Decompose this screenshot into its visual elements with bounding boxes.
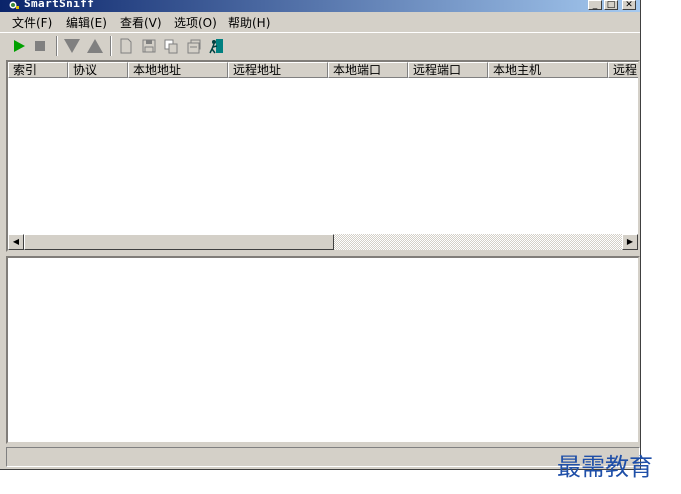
menu-help[interactable]: 帮助(H) — [228, 14, 270, 31]
watermark-text: 最需教育 — [557, 453, 653, 481]
scroll-left-button[interactable]: ◀ — [8, 234, 24, 250]
menu-file[interactable]: 文件(F) — [12, 14, 52, 31]
stop-icon[interactable] — [31, 37, 49, 55]
packet-detail-pane[interactable] — [6, 256, 640, 444]
maximize-button[interactable]: □ — [604, 0, 618, 10]
column-header-index[interactable]: 索引 — [8, 62, 68, 78]
toolbar — [0, 32, 640, 59]
save-icon[interactable] — [140, 37, 158, 55]
new-file-icon[interactable] — [117, 37, 135, 55]
status-bar — [6, 447, 640, 467]
app-window: SmartSniff _ □ ✕ 文件(F) 编辑(E) 查看(V) 选项(O)… — [0, 0, 641, 470]
column-header-local-address[interactable]: 本地地址 — [128, 62, 228, 78]
column-header-protocol[interactable]: 协议 — [68, 62, 128, 78]
menu-options[interactable]: 选项(O) — [174, 14, 217, 31]
menu-bar: 文件(F) 编辑(E) 查看(V) 选项(O) 帮助(H) — [0, 12, 640, 32]
column-header-local-host[interactable]: 本地主机 — [488, 62, 608, 78]
properties-icon[interactable] — [185, 37, 203, 55]
packet-list[interactable]: 索引 协议 本地地址 远程地址 本地端口 远程端口 本地主机 远程 ◀ ▶ — [6, 60, 640, 252]
horizontal-scrollbar[interactable]: ◀ ▶ — [8, 234, 638, 250]
column-header-remote-address[interactable]: 远程地址 — [228, 62, 328, 78]
column-header-row: 索引 协议 本地地址 远程地址 本地端口 远程端口 本地主机 远程 — [8, 62, 638, 78]
menu-edit[interactable]: 编辑(E) — [66, 14, 107, 31]
filter-up-icon[interactable] — [86, 37, 104, 55]
column-header-remote-host[interactable]: 远程 — [608, 62, 638, 78]
scroll-right-button[interactable]: ▶ — [622, 234, 638, 250]
column-header-local-port[interactable]: 本地端口 — [328, 62, 408, 78]
app-icon — [8, 0, 19, 10]
play-icon[interactable] — [10, 37, 28, 55]
title-bar[interactable]: SmartSniff _ □ ✕ — [0, 0, 640, 12]
close-button[interactable]: ✕ — [622, 0, 636, 10]
toolbar-separator — [110, 36, 112, 56]
copy-icon[interactable] — [162, 37, 180, 55]
window-title: SmartSniff — [24, 0, 95, 10]
menu-view[interactable]: 查看(V) — [120, 14, 162, 31]
column-header-remote-port[interactable]: 远程端口 — [408, 62, 488, 78]
scroll-thumb[interactable] — [24, 234, 334, 250]
toolbar-separator — [56, 36, 58, 56]
exit-icon[interactable] — [208, 37, 226, 55]
minimize-button[interactable]: _ — [588, 0, 602, 10]
filter-down-icon[interactable] — [63, 37, 81, 55]
